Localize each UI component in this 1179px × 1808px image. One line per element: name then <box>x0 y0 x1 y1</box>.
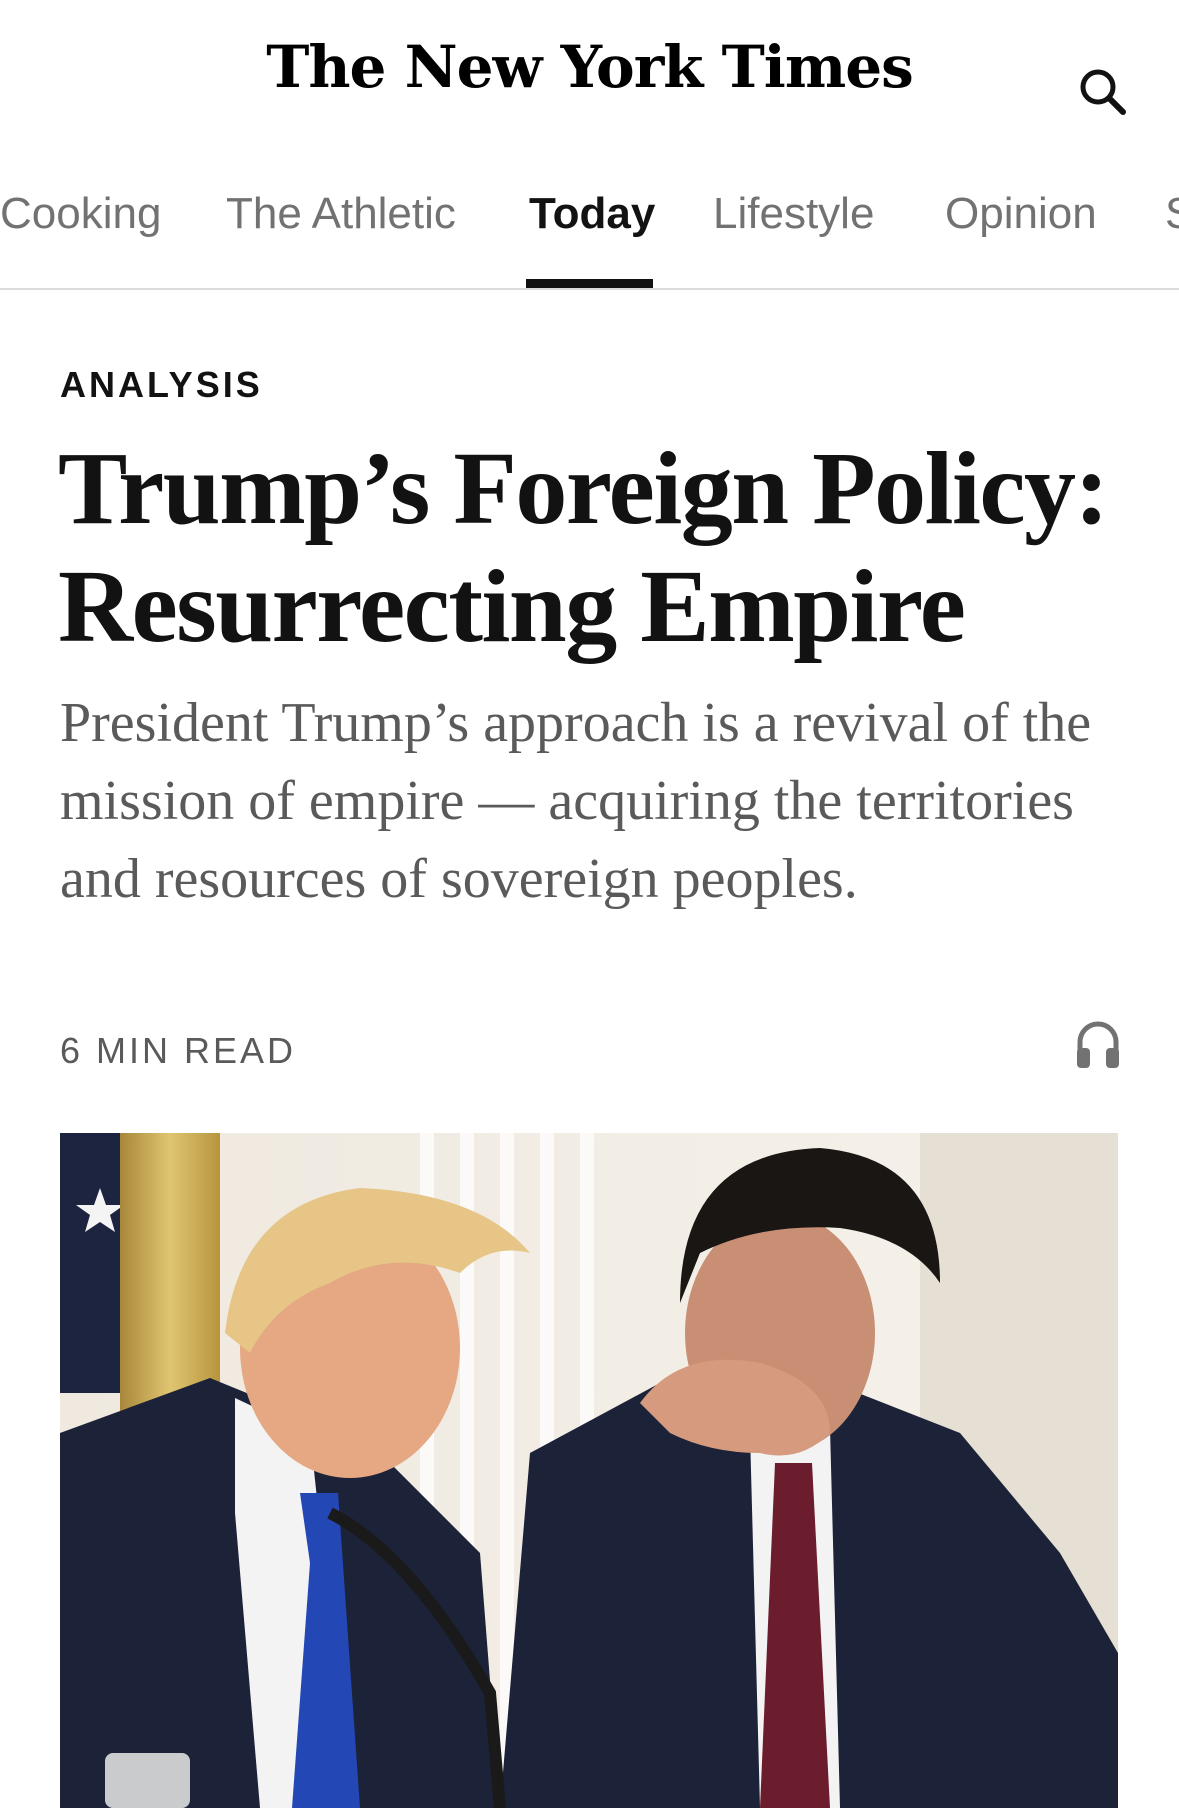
headline-line-2: Resurrecting Empire <box>58 549 966 664</box>
listen-button[interactable] <box>1074 1018 1122 1070</box>
search-icon <box>1080 69 1126 115</box>
nav-item-the-athletic[interactable]: The Athletic <box>226 189 456 238</box>
nav-item-cooking[interactable]: Cooking <box>0 189 161 238</box>
nyt-logo[interactable]: The New York Times <box>0 38 1179 96</box>
search-button[interactable] <box>1075 64 1131 120</box>
nav-item-s[interactable]: S <box>1165 189 1179 238</box>
nav-item-today[interactable]: Today <box>529 189 655 238</box>
read-time: 6 MIN READ <box>60 1030 297 1071</box>
photo-illustration <box>60 1133 1118 1808</box>
article-headline[interactable]: Trump’s Foreign Policy: Resurrecting Emp… <box>58 430 1138 666</box>
nav-item-opinion[interactable]: Opinion <box>945 189 1097 238</box>
article-lead-photo[interactable] <box>60 1133 1118 1808</box>
section-nav: Cooking The Athletic Today Lifestyle Opi… <box>0 176 1179 290</box>
article-summary: President Trump’s approach is a revival … <box>60 692 1092 910</box>
active-tab-indicator <box>526 279 653 288</box>
article-kicker: ANALYSIS <box>60 364 263 405</box>
headline-line-1: Trump’s Foreign Policy: <box>58 431 1109 546</box>
masthead: The New York Times <box>0 0 1179 150</box>
headphones-icon <box>1077 1021 1119 1068</box>
nav-item-lifestyle[interactable]: Lifestyle <box>713 189 874 238</box>
